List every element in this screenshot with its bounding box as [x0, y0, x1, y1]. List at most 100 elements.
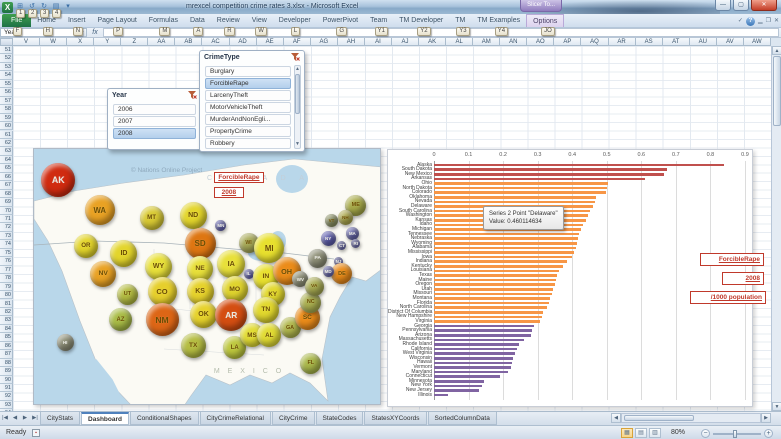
row-header[interactable]: 69: [0, 198, 13, 206]
chart-bar-arkansas[interactable]: [434, 178, 645, 181]
pin-ribbon-icon[interactable]: ✓: [738, 17, 743, 26]
row-header[interactable]: 54: [0, 71, 13, 79]
chart-bar-south-dakota[interactable]: [434, 168, 667, 171]
slicer-item-motorvehicletheft[interactable]: MotorVehicleTheft: [205, 102, 291, 113]
chart-bar-maine[interactable]: [434, 279, 556, 282]
map-bubble-wy[interactable]: WY: [145, 253, 172, 280]
row-header[interactable]: 51: [0, 46, 13, 54]
chart-bar-ohio[interactable]: [434, 182, 608, 185]
tab-tm-examples[interactable]: TM Examples: [471, 14, 526, 27]
row-header[interactable]: 92: [0, 392, 13, 400]
chart-bar-maryland[interactable]: [434, 371, 508, 374]
row-header[interactable]: 76: [0, 257, 13, 265]
scrollbar-thumb[interactable]: [295, 74, 300, 114]
column-header[interactable]: X: [67, 38, 94, 46]
row-header[interactable]: 79: [0, 283, 13, 291]
row-header[interactable]: 53: [0, 63, 13, 71]
map-bubble-tn[interactable]: TN: [253, 297, 279, 323]
formula-input[interactable]: [103, 28, 779, 37]
row-header[interactable]: 77: [0, 266, 13, 274]
row-header[interactable]: 78: [0, 274, 13, 282]
slicer-item-2008[interactable]: 2008: [113, 128, 196, 139]
tab-page-layout[interactable]: Page Layout: [91, 14, 142, 27]
row-header[interactable]: 56: [0, 88, 13, 96]
row-header[interactable]: 62: [0, 139, 13, 147]
zoom-level[interactable]: 80%: [671, 429, 685, 436]
crimetype-slicer-header[interactable]: CrimeType: [200, 51, 304, 63]
row-header[interactable]: 65: [0, 164, 13, 172]
chart-bar-california[interactable]: [434, 348, 517, 351]
map-bubble-hi[interactable]: HI: [57, 334, 74, 351]
row-header[interactable]: 87: [0, 350, 13, 358]
zoom-in-icon[interactable]: +: [764, 429, 773, 438]
column-header[interactable]: AN: [500, 38, 527, 46]
normal-view-icon[interactable]: ▦: [621, 428, 633, 438]
slicer-item-robbery[interactable]: Robbery: [205, 138, 291, 149]
slicer-item-2006[interactable]: 2006: [113, 104, 196, 115]
scroll-up-icon[interactable]: ▲: [772, 46, 781, 55]
chart-bar-minnesota[interactable]: [434, 380, 484, 383]
sheet-tab-citycrime[interactable]: CityCrime: [272, 412, 315, 425]
chart-bar-massachusetts[interactable]: [434, 339, 524, 342]
map-bubble-wa[interactable]: WA: [85, 195, 115, 225]
map-bubble-mo[interactable]: MO: [222, 276, 248, 302]
zoom-out-icon[interactable]: −: [701, 429, 710, 438]
tab-insert[interactable]: Insert: [62, 14, 92, 27]
map-bubble-sd[interactable]: SD: [185, 228, 216, 259]
column-header[interactable]: AR: [609, 38, 636, 46]
column-header[interactable]: AO: [527, 38, 554, 46]
close-button[interactable]: ✕: [751, 0, 777, 11]
chart-bar-florida[interactable]: [434, 302, 549, 305]
column-header[interactable]: AG: [311, 38, 338, 46]
row-header[interactable]: 61: [0, 131, 13, 139]
year-slicer-header[interactable]: Year: [108, 89, 201, 101]
tab-tm-developer[interactable]: TM Developer: [393, 14, 449, 27]
row-header[interactable]: 57: [0, 97, 13, 105]
row-header[interactable]: 70: [0, 207, 13, 215]
map-bubble-co[interactable]: CO: [148, 277, 177, 306]
horizontal-scrollbar-thumb[interactable]: [624, 415, 694, 421]
scroll-down-icon[interactable]: ▼: [772, 402, 781, 411]
row-header[interactable]: 81: [0, 300, 13, 308]
chart-bar-nebraska[interactable]: [434, 237, 578, 240]
chart-bar-oklahoma[interactable]: [434, 196, 596, 199]
chart-bar-missouri[interactable]: [434, 293, 552, 296]
map-bubble-nm[interactable]: NM: [146, 303, 179, 336]
slicer-item-burglary[interactable]: Burglary: [205, 66, 291, 77]
row-header[interactable]: 86: [0, 342, 13, 350]
maximize-button[interactable]: ▢: [733, 0, 749, 11]
chart-bar-utah[interactable]: [434, 288, 553, 291]
chart-bar-north-carolina[interactable]: [434, 306, 547, 309]
chart-bar-hawaii[interactable]: [434, 362, 512, 365]
chart-bar-connecticut[interactable]: [434, 375, 500, 378]
column-header[interactable]: AM: [473, 38, 500, 46]
column-header[interactable]: AW: [744, 38, 771, 46]
close-workbook-icon[interactable]: ✕: [774, 17, 779, 26]
chart-bar-kentucky[interactable]: [434, 265, 563, 268]
row-header[interactable]: 75: [0, 249, 13, 257]
vertical-scrollbar-thumb[interactable]: [773, 56, 781, 126]
column-header[interactable]: AP: [554, 38, 581, 46]
row-header[interactable]: 67: [0, 181, 13, 189]
chart-bar-alaska[interactable]: [434, 164, 724, 167]
chart-bar-north-dakota[interactable]: [434, 187, 607, 190]
scroll-right-icon[interactable]: ▶: [761, 413, 771, 423]
scroll-left-icon[interactable]: ◀: [611, 413, 621, 423]
chart-bar-wisconsin[interactable]: [434, 357, 513, 360]
map-bubble-nv[interactable]: NV: [90, 261, 116, 287]
column-header[interactable]: AU: [690, 38, 717, 46]
tab-data[interactable]: Data: [184, 14, 211, 27]
chart-bar-oregon[interactable]: [434, 283, 555, 286]
chart-bar-new-hampshire[interactable]: [434, 316, 542, 319]
help-icon[interactable]: ?: [746, 17, 755, 26]
chart-bar-new-mexico[interactable]: [434, 173, 664, 176]
slicer-item-larcenytheft[interactable]: LarcenyTheft: [205, 90, 291, 101]
slicer-item-2007[interactable]: 2007: [113, 116, 196, 127]
name-box[interactable]: Year: [0, 28, 78, 37]
row-header[interactable]: 63: [0, 147, 13, 155]
row-header[interactable]: 90: [0, 376, 13, 384]
map-bubble-ak[interactable]: AK: [41, 163, 75, 197]
tab-review[interactable]: Review: [211, 14, 246, 27]
sheet-tab-sortedcolumndata[interactable]: SortedColumnData: [428, 412, 497, 425]
row-header[interactable]: 52: [0, 54, 13, 62]
